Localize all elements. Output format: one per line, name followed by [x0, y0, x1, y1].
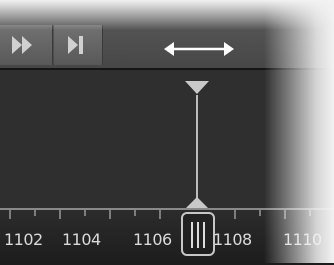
horizontal-resize-icon[interactable]	[162, 38, 236, 60]
ruler-label: 1102	[4, 230, 43, 249]
ruler-label: 1104	[62, 230, 101, 249]
playhead-top-marker[interactable]	[184, 80, 210, 96]
grip-line	[191, 222, 193, 248]
skip-to-end-icon	[68, 36, 83, 54]
playhead-line[interactable]	[196, 95, 198, 200]
ruler-label: 1108	[213, 230, 252, 249]
timeline-panel: 1102 1104 1106 1108 1110	[0, 0, 334, 265]
fast-forward-icon	[12, 36, 32, 54]
ruler-label: 1106	[133, 230, 172, 249]
grip-line	[197, 222, 199, 248]
skip-to-end-button[interactable]	[54, 25, 103, 65]
ruler-label: 1110	[283, 230, 322, 249]
fast-forward-button[interactable]	[0, 25, 53, 65]
scrub-handle[interactable]	[181, 212, 215, 256]
ruler-ticks	[9, 210, 311, 219]
transport-toolbar	[0, 0, 334, 70]
grip-line	[203, 222, 205, 248]
time-ruler[interactable]: 1102 1104 1106 1108 1110	[0, 208, 334, 265]
timeline-track-area[interactable]	[0, 70, 334, 210]
